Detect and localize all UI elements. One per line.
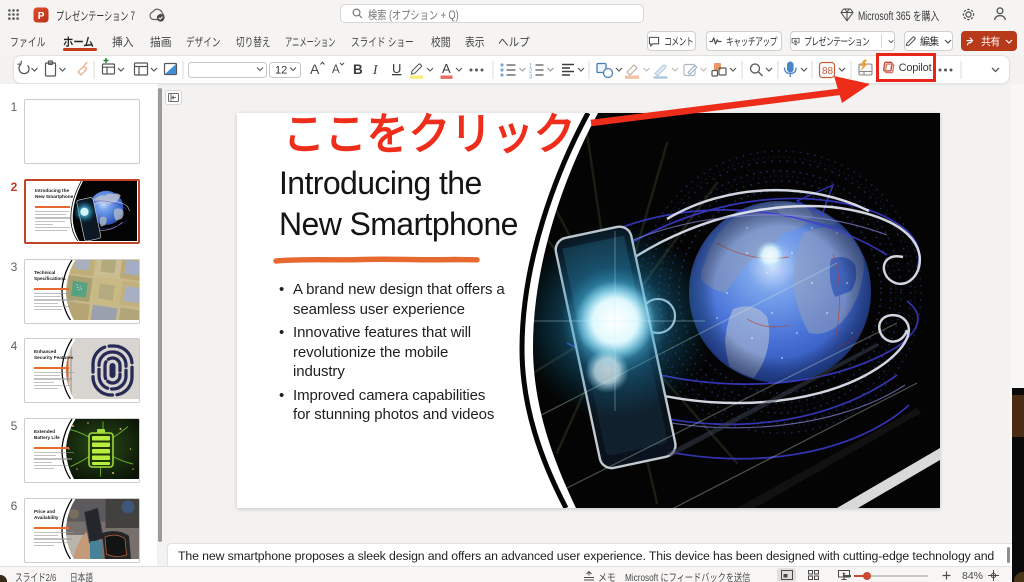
- svg-text:P: P: [38, 11, 45, 22]
- svg-text:A: A: [442, 61, 451, 76]
- svg-text:A: A: [310, 61, 320, 77]
- svg-text:U: U: [392, 61, 401, 76]
- svg-text:I: I: [372, 62, 379, 77]
- svg-text:3: 3: [529, 75, 533, 81]
- svg-text:12: 12: [275, 65, 287, 77]
- svg-text:B: B: [353, 62, 363, 77]
- svg-text:A: A: [332, 64, 340, 76]
